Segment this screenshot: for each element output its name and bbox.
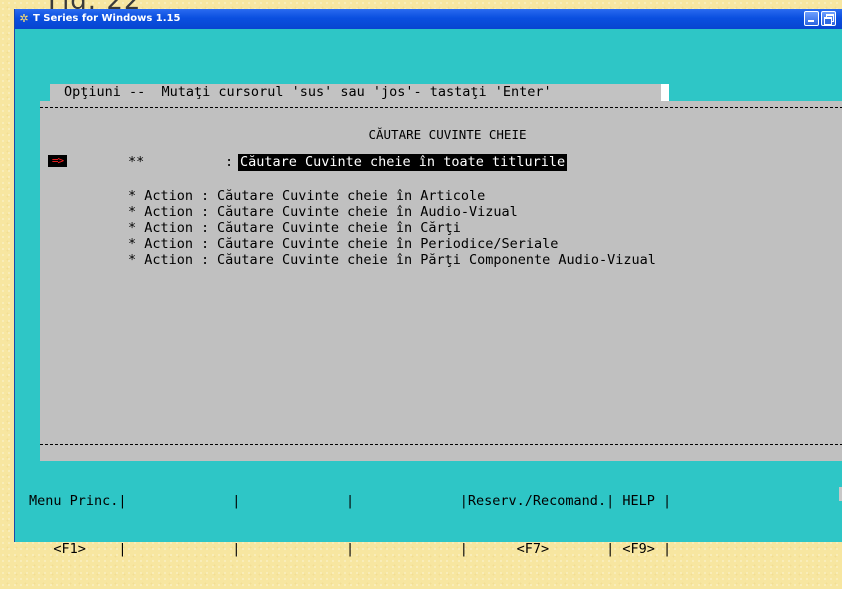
function-key-labels[interactable]: Menu Princ.| | | |Reserv./Recomand.| HEL…	[29, 493, 829, 509]
menu-item-label: Căutare Cuvinte cheie în Audio-Vizual	[217, 204, 518, 220]
title-bar[interactable]: ✲ T Series for Windows 1.15	[15, 9, 842, 29]
selected-item-colon: :	[225, 154, 234, 170]
instruction-prompt: Opţiuni -- Mutaţi cursorul 'sus' sau 'jo…	[50, 84, 661, 101]
prompt-cursor	[661, 84, 669, 101]
selection-pointer: =>	[48, 155, 67, 167]
menu-item-separator: :	[200, 188, 210, 204]
menu-item-av-components[interactable]: * Action: Căutare Cuvinte cheie în Părţi …	[128, 252, 656, 268]
window-title: T Series for Windows 1.15	[33, 13, 181, 24]
menu-header: CĂUTARE CUVINTE CHEIE	[368, 127, 527, 142]
menu-item-prefix: * Action	[128, 252, 194, 268]
menu-item-articles[interactable]: * Action: Căutare Cuvinte cheie în Artico…	[128, 188, 656, 204]
top-divider	[40, 107, 842, 108]
menu-item-audio-visual[interactable]: * Action: Căutare Cuvinte cheie în Audio-…	[128, 204, 656, 220]
selected-item-stars: **	[128, 154, 145, 170]
menu-item-search-all-titles[interactable]: Căutare Cuvinte cheie în toate titlurile	[238, 154, 568, 171]
menu-item-label: Căutare Cuvinte cheie în Articole	[217, 188, 486, 204]
menu-item-separator: :	[200, 204, 210, 220]
bottom-divider	[40, 444, 842, 445]
keyword-search-menu: CĂUTARE CUVINTE CHEIE => ** : Căutare Cu…	[40, 101, 842, 461]
menu-item-prefix: * Action	[128, 236, 194, 252]
menu-item-prefix: * Action	[128, 188, 194, 204]
menu-item-separator: :	[200, 236, 210, 252]
gear-icon[interactable]: ✲	[18, 13, 30, 25]
restore-button[interactable]	[821, 11, 836, 26]
menu-list: * Action: Căutare Cuvinte cheie în Artico…	[128, 188, 656, 268]
menu-item-prefix: * Action	[128, 220, 194, 236]
menu-item-separator: :	[200, 220, 210, 236]
menu-item-periodicals[interactable]: * Action: Căutare Cuvinte cheie în Period…	[128, 236, 656, 252]
minimize-button[interactable]	[804, 11, 819, 26]
menu-item-label: Căutare Cuvinte cheie în Cărţi	[217, 220, 461, 236]
function-key-bar: Menu Princ.| | | |Reserv./Recomand.| HEL…	[29, 461, 829, 589]
menu-item-label: Căutare Cuvinte cheie în Periodice/Seria…	[217, 236, 559, 252]
menu-item-separator: :	[200, 252, 210, 268]
menu-item-prefix: * Action	[128, 204, 194, 220]
menu-item-books[interactable]: * Action: Căutare Cuvinte cheie în Cărţi	[128, 220, 656, 236]
menu-item-label: Căutare Cuvinte cheie în Părţi Component…	[217, 252, 656, 268]
app-window: ✲ T Series for Windows 1.15 Opţiuni -- M…	[14, 9, 842, 557]
function-key-shortcuts[interactable]: <F1> | | | | <F7> | <F9> |	[29, 541, 829, 557]
